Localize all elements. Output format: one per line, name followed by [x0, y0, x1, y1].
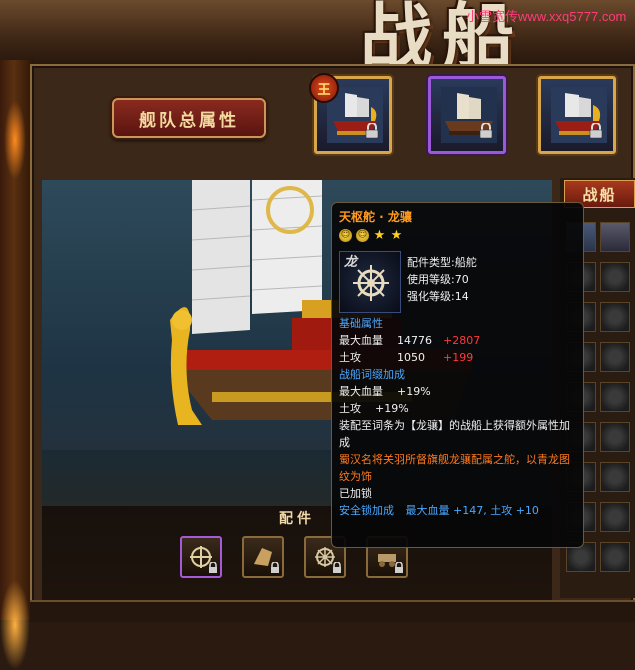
inventory-slot[interactable]: [600, 302, 630, 332]
face-star-icon: ☺: [356, 229, 369, 242]
part-slot-2[interactable]: [242, 536, 284, 578]
enhance-label: 强化等级:: [407, 290, 455, 303]
flame-glow-bottom: [0, 580, 30, 670]
stat-label: 最大血量: [339, 385, 383, 398]
stat-row: 最大血量 +19%: [339, 383, 576, 400]
item-tooltip: 天枢舵 · 龙骧 ☺ ☺ ★ ★ 龙 配件类型: 船舵 使用等级: 70 强化等级:…: [331, 202, 584, 548]
ship-slot-2[interactable]: [428, 76, 506, 154]
tooltip-item-summary: 龙 配件类型: 船舵 使用等级: 70 强化等级: 14: [339, 251, 576, 315]
stat-label: 最大血量: [339, 334, 383, 347]
fleet-total-attributes-button[interactable]: 舰队总属性: [112, 98, 266, 138]
stat-value: +19%: [397, 385, 431, 398]
flagship-crown-badge: 王: [309, 73, 339, 103]
lock-bonus-row: 安全锁加成 最大血量 +147, 土攻 +10: [339, 502, 576, 519]
stat-value: +19%: [375, 402, 409, 415]
base-stats-heading: 基础属性: [339, 317, 383, 330]
lock-bonus-value: 最大血量 +147, 土攻 +10: [405, 504, 539, 517]
face-star-icon: ☺: [339, 229, 352, 242]
locked-status: 已加锁: [339, 487, 372, 500]
flame-glow: [4, 100, 26, 180]
lock-icon: [589, 123, 603, 139]
inventory-slot[interactable]: [600, 542, 630, 572]
warship-tab-label: 战船: [582, 185, 617, 204]
enhance-value: 14: [454, 290, 469, 303]
stat-row: 最大血量 14776 +2807: [339, 332, 576, 349]
fleet-total-attributes-label: 舰队总属性: [139, 110, 239, 131]
lock-icon: [271, 562, 279, 573]
stat-bonus: +199: [443, 351, 474, 364]
lore-text: 蜀汉名将关羽所督旗舰龙骧配属之舵，以青龙图纹为饰: [339, 453, 570, 483]
equip-description: 装配至词条为【龙骧】的战船上获得额外属性加成: [339, 419, 570, 449]
rudder-item-icon: 龙: [339, 251, 401, 313]
stat-label: 土攻: [339, 351, 361, 364]
lock-icon: [479, 123, 493, 139]
inventory-slot[interactable]: [600, 342, 630, 372]
inventory-slot[interactable]: [600, 422, 630, 452]
lock-bonus-label: 安全锁加成: [339, 504, 394, 517]
ship-wheel-icon: [353, 265, 389, 301]
type-label: 配件类型:: [407, 256, 455, 269]
ship-slot-1[interactable]: 王: [309, 73, 392, 154]
lock-icon: [209, 562, 217, 573]
lock-icon: [395, 562, 403, 573]
inventory-slot[interactable]: [600, 222, 630, 252]
inventory-slot[interactable]: [600, 462, 630, 492]
tooltip-item-name: 天枢舵 · 龙骧: [339, 210, 412, 224]
level-label: 使用等级:: [407, 273, 455, 286]
type-value: 船舵: [454, 256, 477, 269]
stat-value: 1050: [397, 351, 425, 364]
inventory-slot[interactable]: [600, 382, 630, 412]
stat-label: 土攻: [339, 402, 361, 415]
stat-row: 土攻 1050 +199: [339, 349, 576, 366]
inventory-slot[interactable]: [600, 262, 630, 292]
gold-star-icon: ★: [390, 228, 403, 243]
level-value: 70: [454, 273, 469, 286]
stat-row: 土攻 +19%: [339, 400, 576, 417]
stat-bonus: +2807: [443, 334, 481, 347]
gold-star-icon: ★: [373, 228, 386, 243]
lock-icon: [365, 123, 379, 139]
inventory-slot[interactable]: [600, 502, 630, 532]
watermark-text: 小雪宽传www.xxq5777.com: [466, 9, 627, 24]
frame-bottom-edge: [30, 600, 635, 622]
parts-title: 配件: [279, 511, 315, 527]
left-decoration: [0, 60, 34, 670]
stat-value: 14776: [397, 334, 432, 347]
ship-affix-heading: 战船词缀加成: [339, 368, 405, 381]
tooltip-item-meta: 配件类型: 船舵 使用等级: 70 强化等级: 14: [407, 254, 477, 315]
tooltip-star-rating: ☺ ☺ ★ ★: [339, 228, 576, 245]
lock-icon: [333, 562, 341, 573]
part-slot-rudder[interactable]: [180, 536, 222, 578]
ship-slot-3[interactable]: [538, 76, 616, 154]
